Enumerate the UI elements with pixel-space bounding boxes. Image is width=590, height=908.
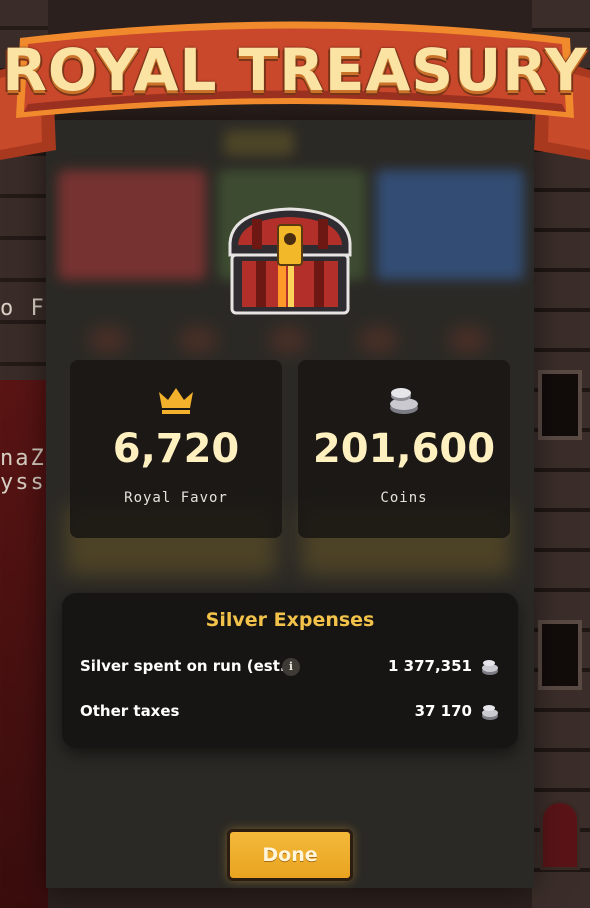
blurred-backdrop [376,170,524,280]
background-text: yss [0,470,46,495]
crown-icon [159,388,193,414]
info-icon[interactable]: i [282,658,300,676]
expense-label: Silver spent on run (est.) [80,657,293,675]
silver-coin-icon [482,705,498,720]
treasure-chest-icon [228,207,352,315]
expense-label: Other taxes [80,702,180,720]
red-arch-door [540,800,580,870]
done-button[interactable]: Done [227,829,353,881]
expenses-title: Silver Expenses [205,609,375,631]
expense-value: 37 170 [414,702,472,720]
silver-coins-icon [390,388,418,414]
blurred-backdrop [358,325,398,355]
dark-window [538,370,582,440]
royal-favor-label: Royal Favor [124,490,228,506]
silver-expenses-box: Silver Expenses Silver spent on run (est… [62,593,518,748]
background-text: naZ [0,446,46,471]
background-text: o F [0,296,46,321]
coins-label: Coins [380,490,428,506]
coins-value: 201,600 [312,426,496,472]
royal-favor-value: 6,720 [112,426,240,472]
silver-coin-icon [482,660,498,675]
blurred-backdrop [88,325,128,355]
blurred-backdrop [448,325,488,355]
banner-title: ROYAL TREASURY [2,36,588,104]
title-banner: ROYAL TREASURY [0,0,590,170]
expense-row: Silver spent on run (est.) i 1 377,351 [80,655,500,681]
expense-row: Other taxes 37 170 [80,700,500,726]
blurred-backdrop [178,325,218,355]
blurred-backdrop [268,325,308,355]
blurred-backdrop [58,170,206,280]
expense-value: 1 377,351 [388,657,472,675]
dark-window [538,620,582,690]
royal-favor-card: 6,720 Royal Favor [70,360,282,538]
coins-card: 201,600 Coins [298,360,510,538]
